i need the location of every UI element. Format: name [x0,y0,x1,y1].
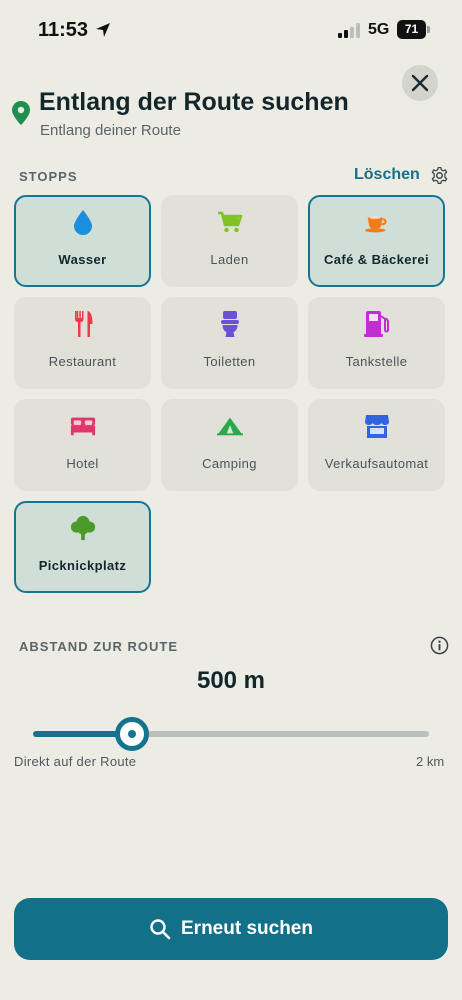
close-button[interactable] [402,65,438,101]
stop-tile-cafe[interactable]: Café & Bäckerei [308,195,445,287]
stop-tile-toiletten[interactable]: Toiletten [161,297,298,389]
stop-label: Camping [202,456,257,471]
stop-label: Picknickplatz [38,558,127,573]
network-type: 5G [368,21,390,38]
distance-slider-thumb[interactable] [115,717,149,751]
stop-label: Toiletten [203,354,256,369]
stop-tile-hotel[interactable]: Hotel [14,399,151,491]
search-again-button[interactable]: Erneut suchen [14,898,448,960]
stop-label: Restaurant [48,354,117,369]
clear-button[interactable]: Löschen [354,166,420,184]
stop-tile-camping[interactable]: Camping [161,399,298,491]
stop-label: Wasser [58,252,107,267]
info-icon[interactable] [430,636,449,655]
page-title: Entlang der Route suchen [39,88,349,116]
search-icon [150,919,171,940]
page-subtitle: Entlang deiner Route [40,122,181,139]
toilet-icon [220,311,239,337]
storefront-icon [364,415,389,438]
map-pin-icon [12,101,30,125]
distance-value: 500 m [196,667,266,694]
stop-tile-restaurant[interactable]: Restaurant [14,297,151,389]
stop-tile-verkaufsautomat[interactable]: Verkaufsautomat [308,399,445,491]
location-arrow-icon [96,23,110,37]
stops-section-label: STOPPS [19,169,78,184]
tree-icon [70,515,95,541]
stop-tile-laden[interactable]: Laden [161,195,298,287]
stop-tile-picknickplatz[interactable]: Picknickplatz [14,501,151,593]
fuel-pump-icon [363,311,389,337]
signal-strength-icon [338,23,360,38]
bed-icon [70,417,95,436]
slider-max-label: 2 km [416,754,445,769]
fork-knife-icon [74,311,92,337]
stop-label: Verkaufsautomat [324,456,429,471]
battery-icon: 71 [397,20,431,39]
distance-section-label: ABSTAND ZUR ROUTE [19,639,179,654]
stop-label: Tankstelle [345,354,408,369]
slider-min-label: Direkt auf der Route [14,754,137,769]
coffee-cup-icon [364,216,387,233]
status-bar: 11:53 5G 71 [0,0,462,60]
gear-icon[interactable] [430,166,449,185]
status-time: 11:53 [38,19,89,41]
shopping-cart-icon [217,211,242,233]
battery-level: 71 [397,20,426,39]
stop-tile-wasser[interactable]: Wasser [14,195,151,287]
tent-icon [216,417,243,436]
stop-tile-tankstelle[interactable]: Tankstelle [308,297,445,389]
stop-label: Laden [210,252,249,267]
water-drop-icon [73,210,92,235]
close-icon [411,74,429,92]
search-again-label: Erneut suchen [181,918,313,939]
stop-label: Hotel [66,456,99,471]
stop-label: Café & Bäckerei [324,252,429,267]
